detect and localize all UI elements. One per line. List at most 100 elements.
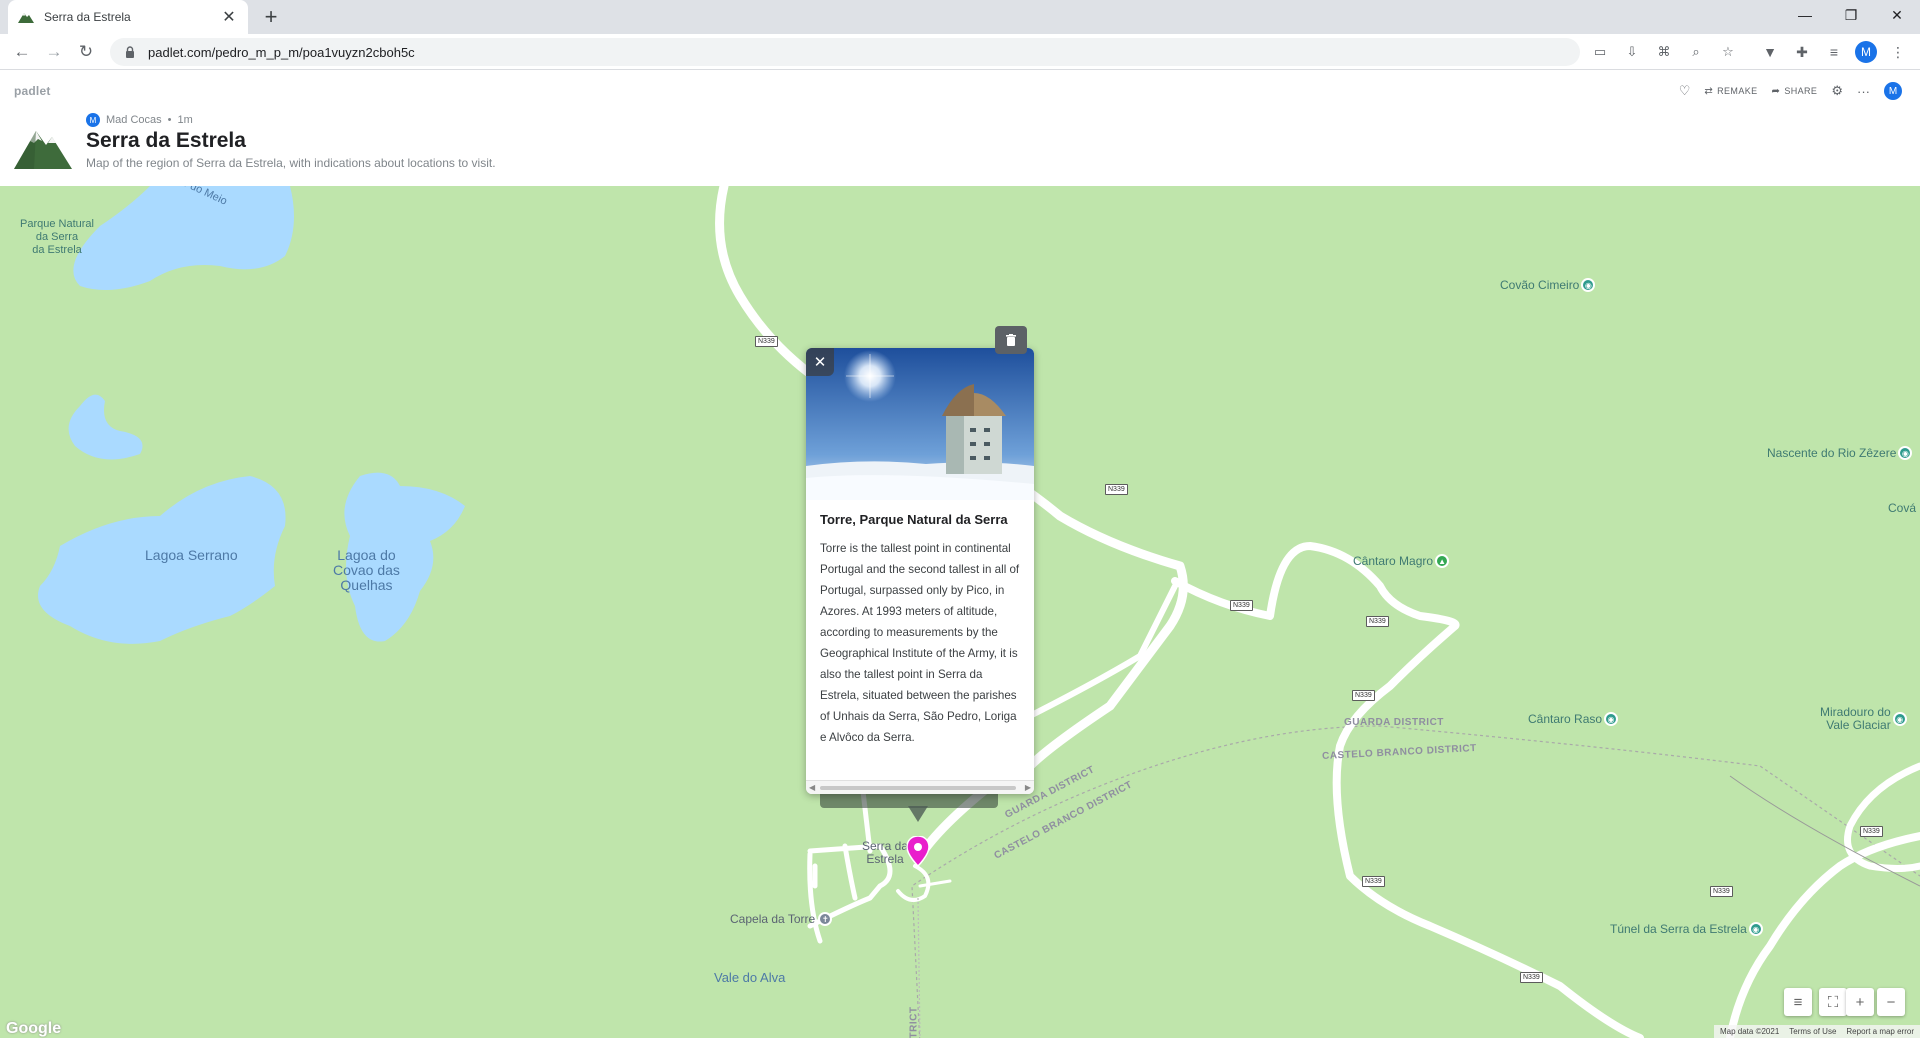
minimize-icon[interactable]: — — [1782, 0, 1828, 30]
extension-shield-icon[interactable]: ▼ — [1760, 42, 1780, 62]
lagoa-serrano-label[interactable]: Lagoa Serrano — [145, 548, 238, 563]
miradouro-label[interactable]: Miradouro do Vale Glaciar ◉ — [1820, 706, 1907, 732]
tab-close-icon[interactable]: ✕ — [220, 7, 238, 27]
tunel-label[interactable]: Túnel da Serra da Estrela ◉ — [1610, 922, 1763, 936]
road-shield: N339 — [1105, 484, 1128, 495]
road-summit-ring — [896, 864, 931, 902]
zoom-icon[interactable]: ⌕ — [1686, 42, 1706, 62]
fullscreen-icon[interactable]: ⛶ — [1819, 988, 1847, 1016]
window-close-icon[interactable]: ✕ — [1874, 0, 1920, 30]
url-text: padlet.com/pedro_m_p_m/poa1vuyzn2cboh5c — [148, 44, 415, 60]
lake-meio — [73, 186, 294, 290]
browser-tab[interactable]: Serra da Estrela ✕ — [8, 0, 248, 34]
road-shield: N339 — [1352, 690, 1375, 701]
board-description: Map of the region of Serra da Estrela, w… — [86, 156, 496, 170]
camera-pin-icon: ◉ — [1581, 278, 1596, 292]
translate-icon[interactable]: ⌘ — [1654, 42, 1674, 62]
browser-toolbar: ← → ↻ padlet.com/pedro_m_p_m/poa1vuyzn2c… — [0, 34, 1920, 70]
author-avatar[interactable]: M — [86, 113, 100, 127]
browser-tabstrip: Serra da Estrela ✕ + — ❐ ✕ — [0, 0, 1920, 34]
covao-cimeiro-label[interactable]: Covão Cimeiro ◉ — [1500, 278, 1596, 292]
board-title: Serra da Estrela — [86, 129, 246, 152]
road-summit-spur — [918, 879, 952, 888]
forward-icon[interactable]: → — [42, 40, 66, 64]
lagoa-covao-label[interactable]: Lagoa do Covao das Quelhas — [333, 548, 400, 593]
map-legend-button[interactable]: ≡ — [1784, 988, 1812, 1016]
back-icon[interactable]: ← — [10, 40, 34, 64]
camera-pin-icon: ◉ — [1892, 712, 1907, 726]
browser-menu-icon[interactable]: ⋮ — [1888, 42, 1908, 62]
media-queue-icon[interactable]: ≡ — [1824, 42, 1844, 62]
restore-icon[interactable]: ❐ — [1828, 0, 1874, 30]
settings-gear-icon[interactable]: ⚙ — [1831, 83, 1843, 99]
clipboard-icon[interactable]: ▭ — [1590, 42, 1610, 62]
lake-small — [68, 394, 143, 460]
more-icon[interactable]: ··· — [1857, 84, 1870, 99]
map-data-text[interactable]: Map data ©2021 — [1720, 1027, 1779, 1036]
post-card[interactable]: Torre, Parque Natural da Serra Torre is … — [806, 348, 1034, 794]
install-icon[interactable]: ⇩ — [1622, 42, 1642, 62]
padlet-header: padlet ♡ ⇄ REMAKE ➦ SHARE ⚙ ··· M M Mad … — [0, 71, 1920, 186]
address-bar[interactable]: padlet.com/pedro_m_p_m/poa1vuyzn2cboh5c — [110, 38, 1580, 66]
share-icon: ➦ — [1771, 85, 1781, 97]
cova-partial-label[interactable]: Cová — [1888, 502, 1916, 515]
share-button[interactable]: ➦ SHARE — [1772, 86, 1818, 97]
delete-post-button[interactable] — [995, 326, 1027, 354]
road-shield: N339 — [1520, 972, 1543, 983]
author-name[interactable]: Mad Cocas — [106, 114, 162, 126]
road-shield: N339 — [1860, 826, 1883, 837]
road-shield: N339 — [755, 336, 778, 347]
road-shield: N339 — [1710, 886, 1733, 897]
capela-torre-label[interactable]: Capela da Torre ✝ — [730, 912, 833, 926]
cantaro-raso-label[interactable]: Cântaro Raso ◉ — [1528, 712, 1619, 726]
separator-dot: • — [167, 114, 172, 126]
report-error-link[interactable]: Report a map error — [1846, 1027, 1914, 1036]
post-pointer — [908, 806, 928, 822]
reload-icon[interactable]: ↻ — [74, 40, 98, 64]
road-n339-east — [1171, 542, 1644, 1038]
camera-pin-icon: ◉ — [1604, 712, 1619, 726]
scroll-left-icon[interactable]: ◀ — [809, 783, 815, 792]
nascente-label[interactable]: Nascente do Rio Zêzere ◉ — [1767, 446, 1913, 460]
district-boundary — [911, 725, 1920, 1038]
header-actions: ♡ ⇄ REMAKE ➦ SHARE ⚙ ··· M — [1679, 82, 1902, 100]
serra-estrela-label[interactable]: Serra da Estrela — [862, 840, 908, 866]
mountain-favicon-icon — [18, 13, 34, 23]
zoom-out-button[interactable]: − — [1877, 988, 1905, 1016]
close-post-button[interactable]: ✕ — [806, 348, 834, 376]
board-mountain-icon — [14, 131, 72, 169]
vale-alva-label[interactable]: Vale do Alva — [714, 970, 785, 985]
user-avatar[interactable]: M — [1884, 82, 1902, 100]
road-shield: N339 — [1230, 600, 1253, 611]
padlet-logo[interactable]: padlet — [14, 84, 51, 98]
scroll-thumb[interactable] — [820, 786, 1016, 790]
post-image[interactable] — [806, 348, 1034, 500]
author-row: M Mad Cocas • 1m — [86, 113, 193, 127]
mountain-pin-icon: ▲ — [1435, 554, 1450, 568]
terms-link[interactable]: Terms of Use — [1789, 1027, 1836, 1036]
camera-pin-icon: ◉ — [1898, 446, 1913, 460]
post-location-pin-icon[interactable] — [906, 836, 930, 868]
tab-title: Serra da Estrela — [44, 10, 131, 24]
parque-natural-label[interactable]: Parque Natural da Serra da Estrela — [20, 218, 94, 257]
camera-pin-icon: ◉ — [1748, 922, 1763, 936]
post-body-text: Torre is the tallest point in continenta… — [820, 542, 1020, 744]
heart-icon[interactable]: ♡ — [1679, 83, 1691, 99]
remake-icon: ⇄ — [1704, 85, 1714, 97]
guarda-district-label: GUARDA DISTRICT — [1344, 717, 1444, 728]
scroll-right-icon[interactable]: ▶ — [1025, 783, 1031, 792]
cantaro-magro-label[interactable]: Cântaro Magro ▲ — [1353, 554, 1450, 568]
post-horizontal-scrollbar[interactable]: ◀ ▶ — [806, 780, 1034, 794]
map-attribution: Map data ©2021 Terms of Use Report a map… — [1714, 1025, 1920, 1038]
google-logo[interactable]: Google — [6, 1020, 61, 1038]
road-shield: N339 — [1362, 876, 1385, 887]
remake-button[interactable]: ⇄ REMAKE — [1704, 86, 1757, 97]
extensions-puzzle-icon[interactable]: ✚ — [1792, 42, 1812, 62]
bookmark-star-icon[interactable]: ☆ — [1718, 42, 1738, 62]
browser-profile-avatar[interactable]: M — [1855, 41, 1877, 63]
zoom-in-button[interactable]: + — [1846, 988, 1874, 1016]
post-age: 1m — [177, 114, 193, 126]
new-tab-button[interactable]: + — [258, 4, 284, 30]
lock-icon — [126, 46, 134, 58]
post-title: Torre, Parque Natural da Serra — [820, 512, 1008, 527]
